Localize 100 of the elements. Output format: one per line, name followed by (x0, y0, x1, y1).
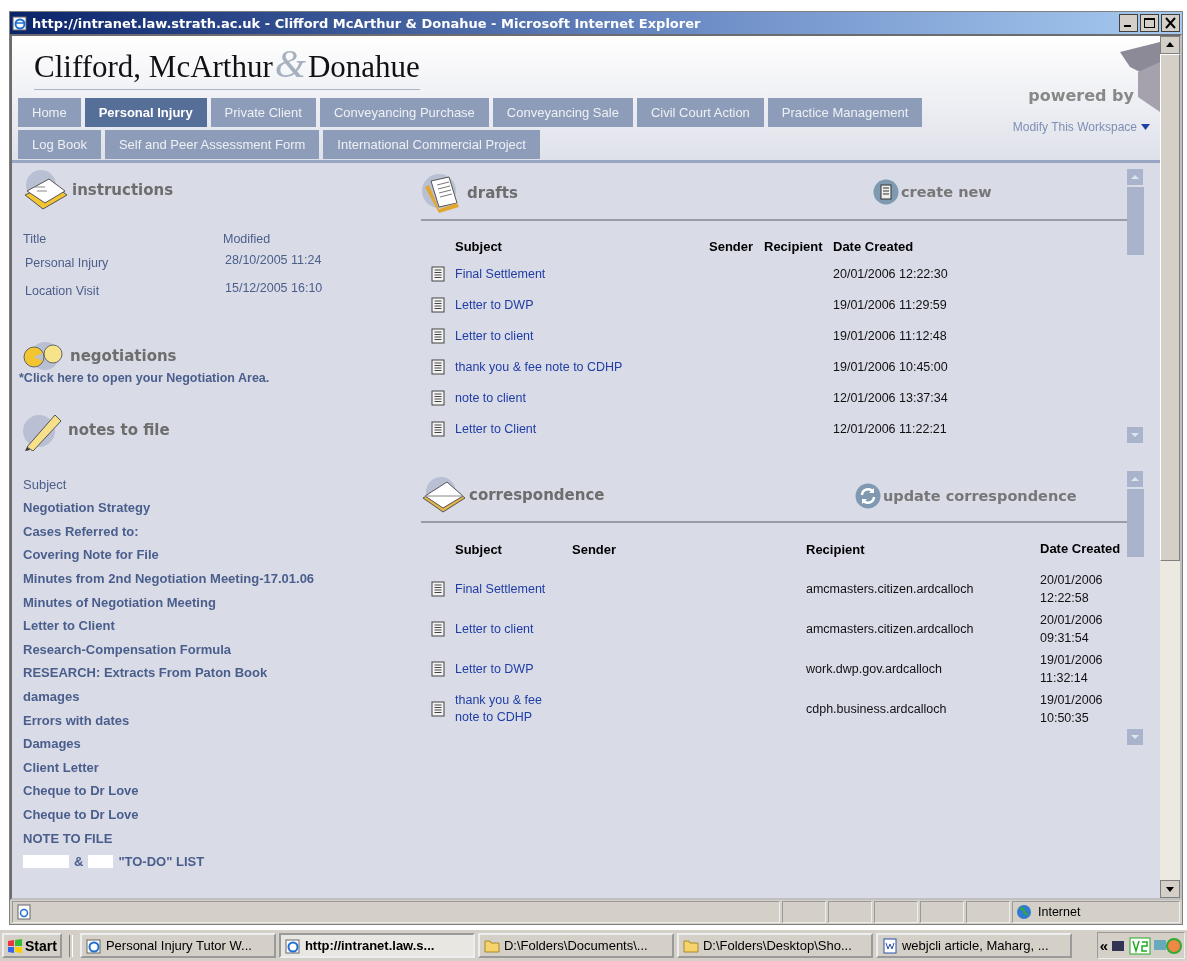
column-header: Modified (223, 232, 271, 246)
taskbar-button[interactable]: http://intranet.law.s... (278, 933, 475, 958)
document-icon (873, 179, 899, 205)
note-link[interactable]: Cases Referred to: (23, 523, 139, 539)
draft-link[interactable]: Letter to client (455, 328, 709, 343)
scroll-down-button[interactable] (1160, 880, 1180, 898)
note-link[interactable]: Minutes from 2nd Negotiation Meeting-17.01.06 (23, 571, 315, 587)
windows-logo-icon (7, 938, 23, 953)
tab[interactable]: Practice Management (767, 98, 923, 127)
table-cell-text: 15/12/2005 16:10 (225, 281, 323, 297)
scroll-up-button[interactable] (1160, 36, 1180, 54)
note-link[interactable]: RESEARCH: Extracts From Paton Book (23, 665, 268, 681)
draft-link[interactable]: thank you & fee note to CDHP (455, 359, 709, 374)
tab[interactable]: Conveyancing Purchase (319, 98, 489, 127)
draft-link[interactable]: Letter to Client (455, 421, 709, 436)
redaction-block (88, 855, 114, 869)
note-link[interactable]: & (74, 854, 84, 870)
document-icon (431, 296, 445, 313)
draft-link[interactable]: Letter to DWP (455, 297, 709, 312)
tab[interactable]: International Commercial Project (323, 130, 540, 159)
column-header: Recipient (806, 541, 866, 557)
note-link[interactable]: Cheque to Dr Love (23, 783, 139, 799)
tray-expand-button[interactable]: « (1099, 937, 1108, 954)
minimize-button[interactable] (1119, 14, 1138, 32)
correspondence-link[interactable]: Letter to DWP (455, 660, 560, 678)
note-link[interactable]: Letter to Client (23, 618, 115, 634)
table-cell-text: 19/01/2006 11:32:14 (1040, 652, 1104, 687)
create-new-link[interactable]: create new (873, 179, 992, 205)
note-link[interactable]: "TO-DO" LIST (118, 854, 205, 870)
correspondence-link[interactable]: Letter to client (455, 620, 560, 638)
tab[interactable]: Log Book (18, 130, 101, 159)
tab[interactable]: Home (18, 98, 81, 127)
tab[interactable]: Civil Court Action (636, 98, 764, 127)
instruction-link[interactable]: Personal Injury (21, 256, 225, 270)
folder-icon (682, 938, 699, 953)
scrollbar-thumb[interactable] (1127, 187, 1144, 255)
status-panel (828, 901, 872, 923)
taskbar-button[interactable]: D:\Folders\Documents\... (477, 933, 674, 958)
note-link[interactable]: Client Letter (23, 759, 99, 775)
correspondence-link[interactable]: thank you & fee note to CDHP (455, 692, 560, 726)
refresh-icon (855, 483, 881, 509)
folder-icon (483, 938, 500, 953)
table-cell-text: amcmasters.citizen.ardcalloch (806, 622, 975, 636)
note-link[interactable]: NOTE TO FILE (23, 830, 113, 846)
status-panel (966, 901, 1010, 923)
tab[interactable]: Personal Injury (84, 98, 207, 127)
window-title: http://intranet.law.strath.ac.uk - Clifford McArthur & Donahue - Microsoft Internet Explorer (32, 15, 702, 31)
instruction-link[interactable]: Location Visit (21, 284, 225, 298)
note-link[interactable]: Cheque to Dr Love (23, 807, 139, 822)
taskbar-button[interactable]: webjcli article, Maharg, ... (875, 933, 1072, 958)
taskbar-button[interactable]: Personal Injury Tutor W... (79, 933, 276, 958)
start-button[interactable]: Start (2, 933, 62, 958)
page-scrollbar[interactable] (1160, 36, 1180, 898)
note-link[interactable]: Damages (23, 736, 81, 752)
note-link[interactable]: Negotiation Strategy (23, 500, 151, 516)
scrollbar-thumb[interactable] (1127, 489, 1144, 557)
document-icon (431, 358, 445, 375)
browser-icon (85, 937, 102, 954)
note-link[interactable]: Research-Compensation Formula (23, 641, 232, 657)
document-icon (431, 701, 445, 717)
modify-workspace-link[interactable]: Modify This Workspace (1012, 120, 1150, 134)
negotiation-area-link[interactable]: *Click here to open your Negotiation Area. (19, 371, 421, 385)
table-cell-text: 20/01/2006 12:22:58 (1040, 572, 1104, 607)
table-cell-text: 19/01/2006 10:45:00 (833, 359, 949, 374)
note-link[interactable]: damages (23, 689, 80, 705)
security-zone-label: Internet (1038, 905, 1081, 919)
column-header: Title (22, 232, 48, 246)
taskbar-button[interactable]: D:\Folders\Desktop\Sho... (676, 933, 873, 958)
section-heading: correspondence (469, 486, 605, 504)
section-heading: negotiations (70, 347, 177, 365)
tab[interactable]: Conveyancing Sale (492, 98, 633, 127)
tab[interactable]: Self and Peer Assessment Form (104, 130, 320, 159)
draft-link[interactable]: Final Settlement (455, 266, 709, 281)
table-cell-text: cdph.business.ardcalloch (806, 702, 948, 716)
table-cell-text: 12/01/2006 13:37:34 (833, 390, 949, 405)
update-correspondence-link[interactable]: update correspondence (855, 483, 1077, 509)
note-link[interactable]: Minutes of Negotiation Meeting (23, 594, 216, 610)
note-link[interactable]: Errors with dates (23, 712, 130, 728)
correspondence-link[interactable]: Final Settlement (455, 580, 560, 598)
globe-icon (1016, 904, 1032, 920)
note-link[interactable]: Covering Note for File (23, 547, 159, 563)
draft-link[interactable]: note to client (455, 390, 709, 405)
tab[interactable]: Private Client (210, 98, 316, 127)
column-header: Recipient (764, 239, 824, 256)
scrollbar-thumb[interactable] (1160, 54, 1180, 561)
section-heading: instructions (72, 181, 174, 199)
table-cell-text: 28/10/2005 11:24 (225, 253, 322, 269)
column-header: Subject (455, 239, 503, 256)
column-header: Date Created (833, 239, 915, 256)
document-icon (431, 420, 445, 437)
document-icon (881, 937, 898, 954)
table-cell-text: amcmasters.citizen.ardcalloch (806, 582, 975, 596)
table-cell-text: 12/01/2006 11:22:21 (833, 421, 948, 436)
table-cell-text: 20/01/2006 12:22:30 (833, 266, 949, 281)
maximize-button[interactable] (1140, 14, 1159, 32)
column-header: Sender (572, 541, 618, 557)
status-panel (874, 901, 918, 923)
column-header: Date Created (1040, 540, 1122, 558)
document-icon (431, 581, 445, 597)
close-button[interactable] (1161, 14, 1180, 32)
